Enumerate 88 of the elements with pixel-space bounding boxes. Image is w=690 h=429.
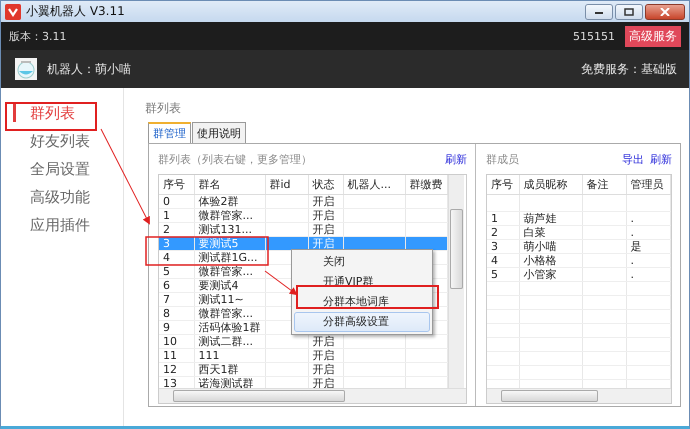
table-cell: 1 [159, 208, 194, 222]
column-header[interactable]: 状态 [308, 175, 343, 194]
table-cell: 5 [159, 264, 194, 278]
table-cell: 2 [487, 226, 519, 240]
section-title: 群成员 [486, 152, 519, 167]
table-cell: 12 [159, 362, 194, 376]
table-cell: 是 [626, 240, 670, 254]
table-cell: 10 [159, 334, 194, 348]
premium-service-button[interactable]: 高级服务 [625, 26, 681, 46]
table-cell: 测试二群... [194, 334, 265, 348]
table-row[interactable]: 12 西天1群 开启 [159, 362, 447, 376]
fishbowl-avatar-icon [15, 58, 37, 80]
app-logo-icon [5, 4, 21, 20]
refresh-link[interactable]: 刷新 [650, 152, 672, 167]
sidebar-item[interactable]: 应用插件 [1, 214, 123, 236]
table-cell: 微群管家... [194, 306, 265, 320]
table-cell: 白菜 [519, 226, 582, 240]
table-row[interactable]: 1 微群管家... 开启 [159, 208, 447, 222]
robot-name: 机器人：萌小喵 [47, 60, 131, 78]
table-cell: . [626, 226, 670, 240]
sidebar-item[interactable]: 好友列表 [1, 130, 123, 152]
close-button[interactable] [645, 4, 685, 20]
table-cell: 萌小喵 [519, 240, 582, 254]
page-title: 群列表 [145, 100, 182, 117]
table-cell: 测试11~ [194, 292, 265, 306]
table-cell: 0 [159, 194, 194, 208]
table-cell: 要测试4 [194, 278, 265, 292]
table-row[interactable]: 11 111 开启 [159, 348, 447, 362]
service-plan: 免费服务：基础版 [581, 60, 677, 78]
table-cell: 测试131... [194, 222, 265, 236]
column-header[interactable]: 成员昵称 [519, 175, 582, 194]
table-cell: 9 [159, 320, 194, 334]
table-cell: . [626, 254, 670, 268]
table-row[interactable]: 0 体验2群 开启 [159, 194, 447, 208]
version-label: 版本：3.11 [9, 28, 66, 44]
table-cell: 开启 [308, 348, 343, 362]
export-link[interactable]: 导出 [622, 152, 644, 167]
table-cell: 2 [159, 222, 194, 236]
table-cell: 微群管家... [194, 208, 265, 222]
table-cell: 5 [487, 268, 519, 282]
sidebar-item[interactable]: 高级功能 [1, 186, 123, 208]
table-cell: 11 [159, 348, 194, 362]
table-cell: 4 [487, 254, 519, 268]
sidebar-item[interactable]: 群列表 [1, 102, 123, 124]
tab[interactable]: 群管理 [148, 122, 191, 143]
table-cell: 开启 [308, 362, 343, 376]
table-cell: . [626, 212, 670, 226]
column-header[interactable]: 群id [265, 175, 308, 194]
table-cell: 1 [487, 212, 519, 226]
table-cell: 测试群1G... [194, 250, 265, 264]
table-cell: 3 [487, 240, 519, 254]
table-cell: 小格格 [519, 254, 582, 268]
column-header[interactable]: 管理员 [626, 175, 670, 194]
refresh-link[interactable]: 刷新 [445, 152, 467, 167]
table-cell: . [626, 268, 670, 282]
table-cell: 开启 [308, 194, 343, 208]
column-header[interactable]: 机器人... [343, 175, 405, 194]
menu-item[interactable]: 分群高级设置 [294, 312, 430, 332]
minimize-button[interactable] [585, 4, 613, 20]
column-header[interactable]: 群名 [194, 175, 265, 194]
table-cell: 体验2群 [194, 194, 265, 208]
table-cell: 7 [159, 292, 194, 306]
horizontal-scrollbar[interactable] [159, 388, 466, 403]
table-cell: 葫芦娃 [519, 212, 582, 226]
table-cell: 111 [194, 348, 265, 362]
window-title: 小翼机器人 V3.11 [26, 3, 126, 20]
table-cell: 6 [159, 278, 194, 292]
column-header[interactable]: 群缴费 [405, 175, 447, 194]
close-icon [660, 8, 670, 16]
horizontal-scrollbar[interactable] [487, 388, 671, 403]
annotation-arrow [264, 270, 298, 296]
column-header[interactable]: 备注 [582, 175, 626, 194]
column-header[interactable]: 序号 [487, 175, 519, 194]
table-cell: 西天1群 [194, 362, 265, 376]
maximize-icon [624, 8, 634, 16]
table-cell: 开启 [308, 208, 343, 222]
table-cell: 4 [159, 250, 194, 264]
tab[interactable]: 使用说明 [192, 122, 246, 143]
section-title: 群列表（列表右键，更多管理） [158, 152, 312, 167]
table-cell: 活码体验1群 [194, 320, 265, 334]
table-cell: 8 [159, 306, 194, 320]
table-cell: 微群管家... [194, 264, 265, 278]
table-cell: 小管家 [519, 268, 582, 282]
sidebar-item[interactable]: 全局设置 [1, 158, 123, 180]
column-header[interactable]: 序号 [159, 175, 194, 194]
vertical-scrollbar[interactable] [448, 175, 464, 391]
account-number: 515151 [573, 30, 615, 42]
maximize-button[interactable] [615, 4, 643, 20]
